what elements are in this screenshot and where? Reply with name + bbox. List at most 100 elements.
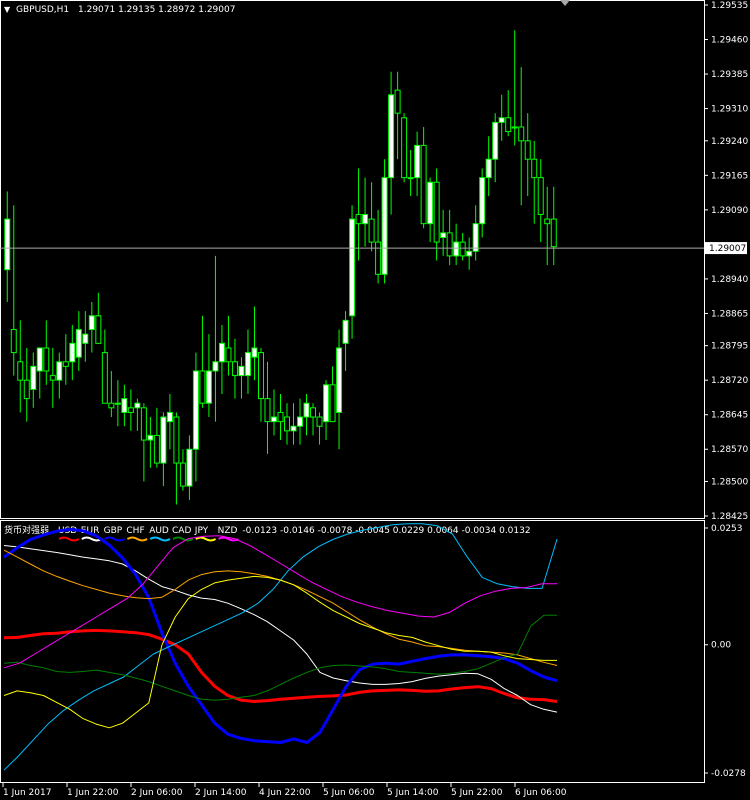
time-tick-label: 1 Jun 2017 xyxy=(3,788,51,798)
candle-body xyxy=(212,361,219,372)
candle-body xyxy=(10,329,17,354)
chart-dropdown-icon[interactable]: ▼ xyxy=(4,5,11,14)
time-tick-label: 6 Jun 06:00 xyxy=(515,788,567,798)
candle-body xyxy=(550,218,557,248)
currency-label: JPY xyxy=(194,526,209,536)
candlestick-series xyxy=(4,30,557,505)
candle-body xyxy=(485,158,492,179)
candle-body xyxy=(472,223,479,252)
indicator-tick-label: 0.0253 xyxy=(711,524,743,534)
strength-line xyxy=(3,527,558,744)
trading-chart[interactable]: ▼ GBPUSD,H1 1.29071 1.29135 1.28972 1.29… xyxy=(0,0,750,800)
price-tick-label: 1.28940 xyxy=(711,275,748,285)
candle-body xyxy=(231,361,238,377)
currency-label: GBP xyxy=(104,526,123,536)
time-tick-label: 1 Jun 22:00 xyxy=(67,788,119,798)
time-tick-label: 2 Jun 14:00 xyxy=(195,788,247,798)
candle-body xyxy=(186,448,193,487)
currency-label: AUD xyxy=(149,526,169,536)
currency-label: CHF xyxy=(126,526,144,536)
candle-body xyxy=(134,402,141,409)
candle-body xyxy=(544,218,551,225)
indicator-axis: 0.0253 0.00 -0.0278 xyxy=(704,524,746,779)
indicator-tick-label: 0.00 xyxy=(711,641,731,651)
price-tick-label: 1.28500 xyxy=(711,477,748,487)
candle-body xyxy=(218,342,225,363)
indicator-panel-frame xyxy=(0,520,705,783)
candle-body xyxy=(394,89,401,114)
currency-swatch-icon xyxy=(195,536,217,542)
candle-body xyxy=(251,347,258,358)
candle-body xyxy=(511,126,518,129)
candle-body xyxy=(524,140,531,160)
currency-swatch-icon xyxy=(126,536,148,542)
candle-body xyxy=(433,181,440,243)
candle-body xyxy=(518,126,525,142)
candle-body xyxy=(459,241,466,257)
time-tick-label: 5 Jun 14:00 xyxy=(387,788,439,798)
current-price-line: 1.29007 xyxy=(0,242,747,255)
candle-body xyxy=(453,241,460,257)
candle-body xyxy=(192,370,199,450)
candle-body xyxy=(381,177,388,275)
candle-body xyxy=(492,121,499,160)
candle-body xyxy=(173,416,180,464)
candle-body xyxy=(56,361,63,381)
candle-body xyxy=(114,402,121,405)
price-tick-label: 1.29535 xyxy=(711,1,748,11)
candle-body xyxy=(290,425,297,432)
candle-body xyxy=(329,384,336,423)
chart-shift-icon[interactable] xyxy=(560,0,570,6)
currency-swatch-icon xyxy=(104,536,125,542)
candle-body xyxy=(121,398,128,413)
candle-body xyxy=(466,250,473,257)
candle-body xyxy=(69,342,76,363)
strength-line xyxy=(3,628,558,703)
candle-body xyxy=(427,181,434,225)
candle-body xyxy=(179,462,186,487)
candle-body xyxy=(49,375,56,381)
candle-body xyxy=(140,407,147,441)
candle-body xyxy=(537,177,544,215)
candle-body xyxy=(205,370,212,404)
price-tick-label: 1.29310 xyxy=(711,105,748,115)
candle-body xyxy=(75,329,82,358)
strength-values: -0.0123 -0.0146 -0.0078 -0.0045 0.0229 0… xyxy=(242,526,530,536)
candle-body xyxy=(82,333,89,344)
candle-body xyxy=(401,117,408,179)
candle-body xyxy=(244,352,251,377)
price-tick-label: 1.29240 xyxy=(711,137,748,147)
candle-body xyxy=(407,177,414,180)
strength-line xyxy=(3,549,558,666)
ohlc-readout: 1.29071 1.29135 1.28972 1.29007 xyxy=(78,5,235,15)
candle-body xyxy=(153,434,160,464)
candle-body xyxy=(30,365,37,390)
price-tick-label: 1.29090 xyxy=(711,206,748,216)
candle-body xyxy=(199,370,206,404)
candle-body xyxy=(498,117,505,123)
candle-body xyxy=(505,117,512,133)
candle-body xyxy=(375,241,382,275)
price-axis: 1.29535 1.29460 1.29385 1.29310 1.29240 1.291… xyxy=(704,1,748,522)
candle-body xyxy=(95,315,102,344)
candle-body xyxy=(349,218,356,317)
candle-body xyxy=(88,315,95,331)
candle-body xyxy=(284,416,291,432)
candle-body xyxy=(479,177,486,225)
candle-body xyxy=(101,352,108,404)
candle-body xyxy=(127,407,134,413)
candle-body xyxy=(323,384,330,423)
currency-label: CAD xyxy=(172,526,191,536)
candle-body xyxy=(342,319,349,344)
candle-body xyxy=(62,361,69,367)
candle-body xyxy=(531,158,538,179)
candle-body xyxy=(160,416,167,464)
candle-body xyxy=(257,352,264,400)
symbol-label: GBPUSD,H1 xyxy=(16,5,69,15)
price-tick-label: 1.28570 xyxy=(711,445,748,455)
current-price-label: 1.29007 xyxy=(709,244,746,254)
price-tick-label: 1.28645 xyxy=(711,411,748,421)
candle-body xyxy=(388,94,395,179)
candle-body xyxy=(303,402,310,418)
candle-body xyxy=(420,144,427,225)
